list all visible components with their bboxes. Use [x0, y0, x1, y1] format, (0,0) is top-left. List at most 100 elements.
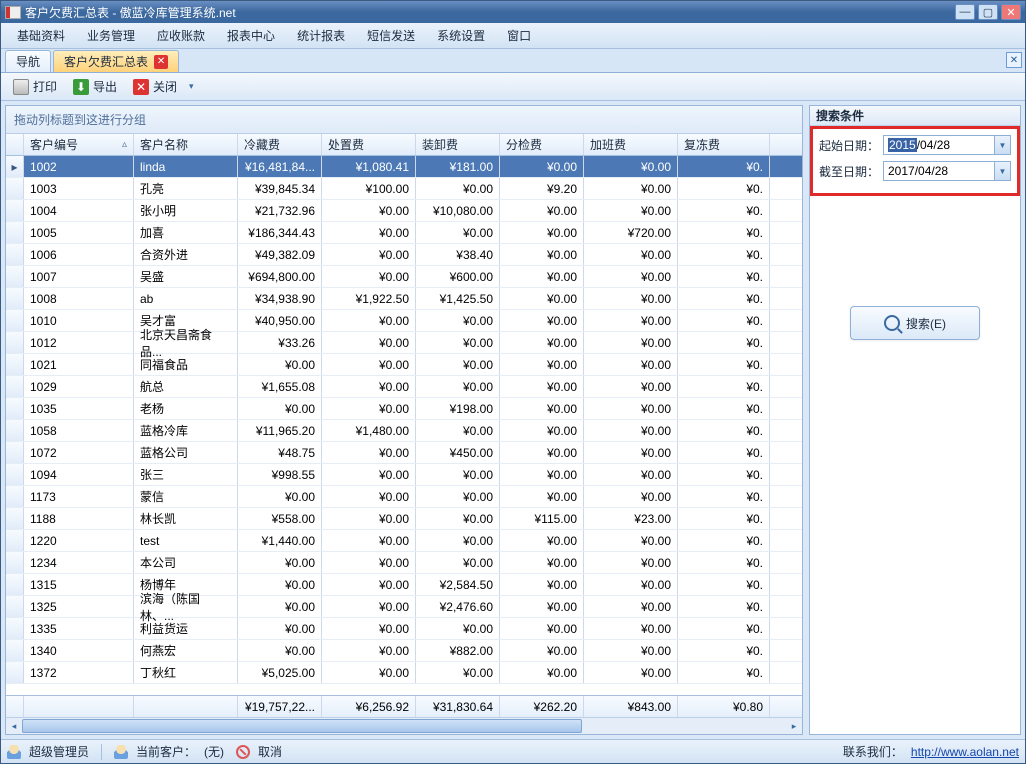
- cell: ¥0.: [678, 244, 770, 265]
- table-row[interactable]: 1335利益货运¥0.00¥0.00¥0.00¥0.00¥0.00¥0.: [6, 618, 802, 640]
- row-indicator: [6, 464, 24, 485]
- export-button[interactable]: ⬇ 导出: [67, 76, 123, 97]
- column-header[interactable]: 客户名称: [134, 134, 238, 155]
- table-row[interactable]: 1035老杨¥0.00¥0.00¥198.00¥0.00¥0.00¥0.: [6, 398, 802, 420]
- menu-item[interactable]: 短信发送: [357, 23, 425, 48]
- cell: ¥0.00: [500, 442, 584, 463]
- cell: ¥0.00: [500, 200, 584, 221]
- cell: 1035: [24, 398, 134, 419]
- column-header[interactable]: 分检费: [500, 134, 584, 155]
- cell: ¥0.00: [584, 464, 678, 485]
- table-row[interactable]: 1004张小明¥21,732.96¥0.00¥10,080.00¥0.00¥0.…: [6, 200, 802, 222]
- horizontal-scrollbar[interactable]: ◂ ▸: [6, 717, 802, 734]
- table-row[interactable]: ▸1002linda¥16,481,84...¥1,080.41¥181.00¥…: [6, 156, 802, 178]
- cell: ¥0.00: [322, 442, 416, 463]
- scroll-left-icon[interactable]: ◂: [6, 718, 22, 734]
- cell: ¥0.: [678, 640, 770, 661]
- print-button[interactable]: 打印: [7, 76, 63, 97]
- column-header[interactable]: 处置费: [322, 134, 416, 155]
- menu-item[interactable]: 基础资料: [7, 23, 75, 48]
- cell: ¥0.: [678, 442, 770, 463]
- menu-item[interactable]: 应收账款: [147, 23, 215, 48]
- scroll-right-icon[interactable]: ▸: [786, 718, 802, 734]
- end-date-field[interactable]: [884, 164, 1010, 178]
- table-row[interactable]: 1021同福食品¥0.00¥0.00¥0.00¥0.00¥0.00¥0.: [6, 354, 802, 376]
- cell: 1007: [24, 266, 134, 287]
- table-row[interactable]: 1315杨博年¥0.00¥0.00¥2,584.50¥0.00¥0.00¥0.: [6, 574, 802, 596]
- cancel-icon[interactable]: [236, 745, 250, 759]
- table-row[interactable]: 1340何燕宏¥0.00¥0.00¥882.00¥0.00¥0.00¥0.: [6, 640, 802, 662]
- column-header[interactable]: 装卸费: [416, 134, 500, 155]
- cell: 1021: [24, 354, 134, 375]
- toolbar-overflow-icon[interactable]: ▾: [189, 81, 194, 92]
- menu-item[interactable]: 统计报表: [287, 23, 355, 48]
- cell: ¥186,344.43: [238, 222, 322, 243]
- table-row[interactable]: 1072蓝格公司¥48.75¥0.00¥450.00¥0.00¥0.00¥0.: [6, 442, 802, 464]
- tab-close-all-icon[interactable]: ✕: [1006, 52, 1022, 68]
- maximize-button[interactable]: ▢: [978, 4, 998, 20]
- table-row[interactable]: 1094张三¥998.55¥0.00¥0.00¥0.00¥0.00¥0.: [6, 464, 802, 486]
- table-row[interactable]: 1372丁秋红¥5,025.00¥0.00¥0.00¥0.00¥0.00¥0.: [6, 662, 802, 684]
- table-row[interactable]: 1029航总¥1,655.08¥0.00¥0.00¥0.00¥0.00¥0.: [6, 376, 802, 398]
- tab-close-icon[interactable]: ✕: [154, 55, 168, 69]
- cell: ¥0.00: [322, 640, 416, 661]
- contact-url-link[interactable]: http://www.aolan.net: [911, 745, 1019, 759]
- cell: 蓝格公司: [134, 442, 238, 463]
- window-close-button[interactable]: ✕: [1001, 4, 1021, 20]
- cell: ¥100.00: [322, 178, 416, 199]
- grid-footer: ¥19,757,22... ¥6,256.92 ¥31,830.64 ¥262.…: [6, 695, 802, 717]
- cell: ¥0.00: [322, 618, 416, 639]
- cancel-label[interactable]: 取消: [258, 743, 282, 760]
- table-row[interactable]: 1006合资外进¥49,382.09¥0.00¥38.40¥0.00¥0.00¥…: [6, 244, 802, 266]
- cell: ¥0.00: [416, 464, 500, 485]
- dropdown-icon[interactable]: ▼: [994, 162, 1010, 180]
- dropdown-icon[interactable]: ▼: [994, 136, 1010, 154]
- table-row[interactable]: 1173蒙信¥0.00¥0.00¥0.00¥0.00¥0.00¥0.: [6, 486, 802, 508]
- table-row[interactable]: 1007吴盛¥694,800.00¥0.00¥600.00¥0.00¥0.00¥…: [6, 266, 802, 288]
- table-row[interactable]: 1008ab¥34,938.90¥1,922.50¥1,425.50¥0.00¥…: [6, 288, 802, 310]
- menu-item[interactable]: 窗口: [497, 23, 541, 48]
- table-row[interactable]: 1003孔亮¥39,845.34¥100.00¥0.00¥9.20¥0.00¥0…: [6, 178, 802, 200]
- cell: ¥0.00: [238, 618, 322, 639]
- column-header[interactable]: 加班费: [584, 134, 678, 155]
- table-row[interactable]: 1058蓝格冷库¥11,965.20¥1,480.00¥0.00¥0.00¥0.…: [6, 420, 802, 442]
- tab[interactable]: 导航: [5, 50, 51, 72]
- cell: ¥0.: [678, 618, 770, 639]
- table-row[interactable]: 1325滨海（陈国林、...¥0.00¥0.00¥2,476.60¥0.00¥0…: [6, 596, 802, 618]
- menu-item[interactable]: 系统设置: [427, 23, 495, 48]
- column-header[interactable]: 冷藏费: [238, 134, 322, 155]
- cell: 1012: [24, 332, 134, 353]
- table-row[interactable]: 1005加喜¥186,344.43¥0.00¥0.00¥0.00¥720.00¥…: [6, 222, 802, 244]
- close-tab-button[interactable]: ✕ 关闭: [127, 76, 183, 97]
- cell: ¥0.00: [584, 200, 678, 221]
- cell: ¥0.00: [238, 552, 322, 573]
- cell: ¥0.00: [238, 596, 322, 617]
- tab[interactable]: 客户欠费汇总表✕: [53, 50, 179, 72]
- menu-item[interactable]: 业务管理: [77, 23, 145, 48]
- cell: ¥0.00: [584, 420, 678, 441]
- grid-body[interactable]: ▸1002linda¥16,481,84...¥1,080.41¥181.00¥…: [6, 156, 802, 695]
- footer-cell: ¥843.00: [584, 696, 678, 717]
- cell: ¥38.40: [416, 244, 500, 265]
- table-row[interactable]: 1012北京天昌斋食品...¥33.26¥0.00¥0.00¥0.00¥0.00…: [6, 332, 802, 354]
- table-row[interactable]: 1234本公司¥0.00¥0.00¥0.00¥0.00¥0.00¥0.: [6, 552, 802, 574]
- search-button[interactable]: 搜索(E): [850, 306, 980, 340]
- column-header[interactable]: 客户编号: [24, 134, 134, 155]
- row-indicator: [6, 596, 24, 617]
- cell: 老杨: [134, 398, 238, 419]
- group-by-bar[interactable]: 拖动列标题到这进行分组: [6, 106, 802, 134]
- cell: ¥0.00: [322, 398, 416, 419]
- grid-header: 客户编号客户名称冷藏费处置费装卸费分检费加班费复冻费: [6, 134, 802, 156]
- minimize-button[interactable]: —: [955, 4, 975, 20]
- start-date-input[interactable]: 2015/04/28 ▼: [883, 135, 1011, 155]
- cell: 1188: [24, 508, 134, 529]
- column-header[interactable]: 复冻费: [678, 134, 770, 155]
- menu-item[interactable]: 报表中心: [217, 23, 285, 48]
- table-row[interactable]: 1220test¥1,440.00¥0.00¥0.00¥0.00¥0.00¥0.: [6, 530, 802, 552]
- end-date-input[interactable]: ▼: [883, 161, 1011, 181]
- table-row[interactable]: 1188林长凯¥558.00¥0.00¥0.00¥115.00¥23.00¥0.: [6, 508, 802, 530]
- scroll-thumb[interactable]: [22, 719, 582, 733]
- table-row[interactable]: 1010吴才富¥40,950.00¥0.00¥0.00¥0.00¥0.00¥0.: [6, 310, 802, 332]
- cell: 1003: [24, 178, 134, 199]
- cell: ¥0.00: [500, 530, 584, 551]
